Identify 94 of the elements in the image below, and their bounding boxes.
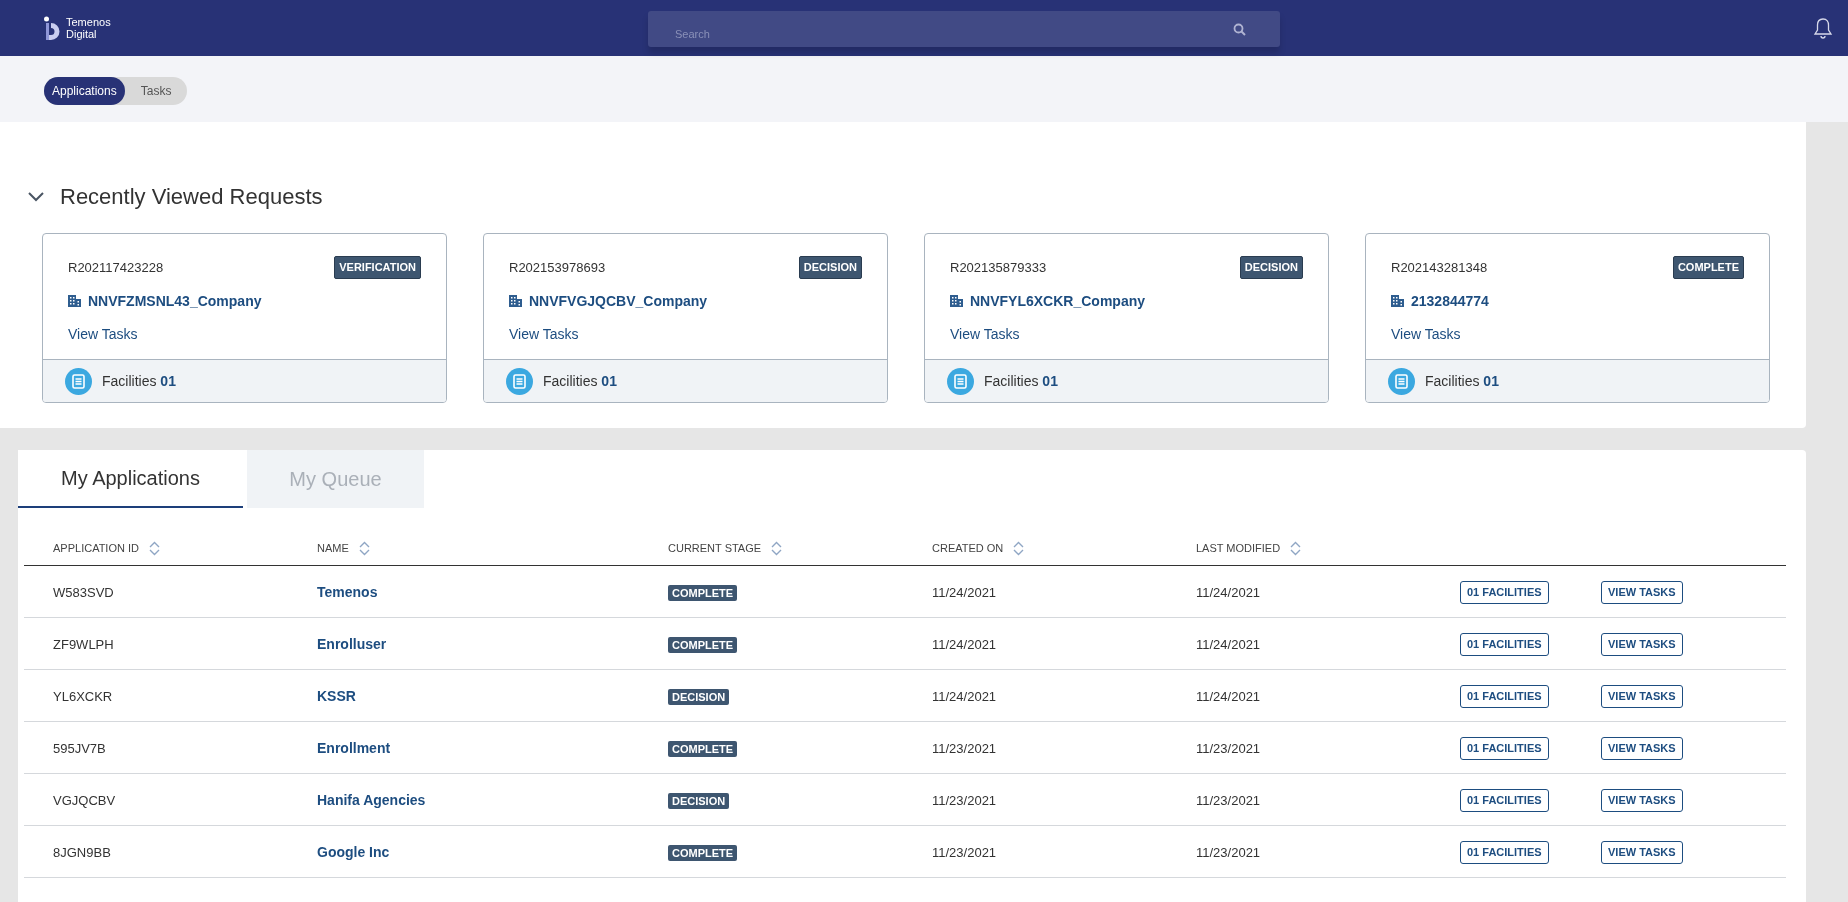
table-cell: 11/24/2021: [932, 584, 997, 600]
table-cell: 11/23/2021: [932, 844, 997, 860]
sort-icon[interactable]: [1290, 541, 1302, 556]
facilities-count: Facilities 01: [543, 371, 617, 391]
stage-badge: COMPLETE: [668, 740, 738, 757]
document-icon: [506, 367, 533, 395]
table-cell: 11/24/2021: [1196, 636, 1261, 652]
section-title: Recently Viewed Requests: [60, 183, 323, 211]
building-icon: [950, 295, 963, 307]
facilities-button[interactable]: 01 FACILITIES: [1460, 633, 1549, 656]
table-cell: 11/23/2021: [932, 792, 997, 808]
table-cell: 11/23/2021: [1196, 740, 1261, 756]
view-tasks-button[interactable]: VIEW TASKS: [1601, 633, 1683, 656]
search-field[interactable]: Search: [648, 11, 1280, 47]
table-cell: ZF9WLPH: [53, 636, 114, 652]
sort-icon[interactable]: [771, 541, 783, 556]
table-cell: 11/24/2021: [1196, 688, 1261, 704]
column-header[interactable]: CURRENT STAGE: [668, 540, 762, 557]
building-icon: [68, 295, 81, 307]
request-card[interactable]: R202143281348 COMPLETE 2132844774 View Tasks Facilities 01: [1365, 233, 1770, 403]
sort-icon[interactable]: [358, 541, 370, 556]
stage-badge: COMPLETE: [668, 636, 738, 653]
request-id: R202153978693: [509, 258, 606, 277]
tab[interactable]: My Applications: [18, 450, 243, 508]
column-header[interactable]: CREATED ON: [932, 540, 1004, 557]
table-cell: 8JGN9BB: [53, 844, 111, 860]
facilities-button[interactable]: 01 FACILITIES: [1460, 737, 1549, 760]
stage-badge: VERIFICATION: [334, 256, 421, 279]
view-tasks-link[interactable]: View Tasks: [509, 323, 579, 345]
column-header[interactable]: APPLICATION ID: [53, 540, 139, 557]
stage-badge: DECISION: [668, 792, 730, 809]
building-icon: [1391, 295, 1404, 307]
view-tasks-button[interactable]: VIEW TASKS: [1601, 737, 1683, 760]
table-cell: W583SVD: [53, 584, 114, 600]
applicant-link[interactable]: Temenos: [317, 583, 378, 600]
building-icon: [509, 295, 522, 307]
stage-badge: DECISION: [668, 688, 730, 705]
notification-bell-icon[interactable]: [1813, 17, 1833, 39]
request-id: R202117423228: [68, 258, 164, 277]
facilities-button[interactable]: 01 FACILITIES: [1460, 685, 1549, 708]
table-cell: 11/24/2021: [1196, 584, 1261, 600]
logo-icon: [44, 16, 62, 40]
facilities-count: Facilities 01: [102, 371, 176, 391]
chevron-icon[interactable]: [28, 191, 44, 202]
view-toggle-option[interactable]: Applications: [44, 77, 125, 105]
table-cell: VGJQCBV: [53, 792, 116, 808]
document-icon: [65, 367, 92, 395]
view-tasks-link[interactable]: View Tasks: [950, 323, 1020, 345]
view-tasks-button[interactable]: VIEW TASKS: [1601, 841, 1683, 864]
column-header[interactable]: NAME: [317, 540, 349, 557]
view-tasks-button[interactable]: VIEW TASKS: [1601, 789, 1683, 812]
sort-icon[interactable]: [1013, 541, 1025, 556]
document-icon: [1388, 367, 1415, 395]
facilities-button[interactable]: 01 FACILITIES: [1460, 789, 1549, 812]
table-cell: YL6XCKR: [53, 688, 113, 704]
facilities-button[interactable]: 01 FACILITIES: [1460, 581, 1549, 604]
view-tasks-link[interactable]: View Tasks: [68, 323, 138, 345]
view-tasks-button[interactable]: VIEW TASKS: [1601, 581, 1683, 604]
table-cell: 11/23/2021: [932, 740, 997, 756]
applicant-link[interactable]: Hanifa Agencies: [317, 791, 426, 808]
applicant-link[interactable]: Enrolluser: [317, 635, 387, 652]
stage-badge: DECISION: [798, 256, 862, 279]
applicant-link[interactable]: Google Inc: [317, 843, 390, 860]
view-toggle-option[interactable]: Tasks: [124, 77, 188, 105]
customer-link[interactable]: NNVFVGJQCBV_Company: [529, 290, 708, 312]
document-icon: [947, 367, 974, 395]
facilities-button[interactable]: 01 FACILITIES: [1460, 841, 1549, 864]
table-cell: 11/23/2021: [1196, 792, 1261, 808]
stage-badge: COMPLETE: [1672, 256, 1744, 279]
request-card[interactable]: R202117423228 VERIFICATION NNVFZMSNL43_Company View Tasks Facilities 01: [42, 233, 447, 403]
customer-link[interactable]: NNVFZMSNL43_Company: [88, 290, 262, 312]
request-id: R202143281348: [1391, 258, 1488, 277]
request-id: R202135879333: [950, 258, 1047, 277]
request-card[interactable]: R202153978693 DECISION NNVFVGJQCBV_Company View Tasks Facilities 01: [483, 233, 888, 403]
applicant-link[interactable]: Enrollment: [317, 739, 391, 756]
stage-badge: COMPLETE: [668, 844, 738, 861]
view-tasks-button[interactable]: VIEW TASKS: [1601, 685, 1683, 708]
request-card[interactable]: R202135879333 DECISION NNVFYL6XCKR_Company View Tasks Facilities 01: [924, 233, 1329, 403]
facilities-count: Facilities 01: [1425, 371, 1499, 391]
column-header[interactable]: LAST MODIFIED: [1196, 540, 1281, 557]
table-cell: 11/23/2021: [1196, 844, 1261, 860]
view-tasks-link[interactable]: View Tasks: [1391, 323, 1461, 345]
table-cell: 595JV7B: [53, 740, 106, 756]
search-icon: [1233, 23, 1246, 36]
table-cell: 11/24/2021: [932, 688, 997, 704]
applicant-link[interactable]: KSSR: [317, 687, 356, 704]
stage-badge: DECISION: [1239, 256, 1303, 279]
facilities-count: Facilities 01: [984, 371, 1058, 391]
customer-link[interactable]: 2132844774: [1411, 290, 1489, 312]
sort-icon[interactable]: [149, 541, 160, 556]
customer-link[interactable]: NNVFYL6XCKR_Company: [970, 290, 1146, 312]
stage-badge: COMPLETE: [668, 584, 738, 601]
table-cell: 11/24/2021: [932, 636, 997, 652]
logo-text: Temenos Digital: [66, 16, 111, 40]
